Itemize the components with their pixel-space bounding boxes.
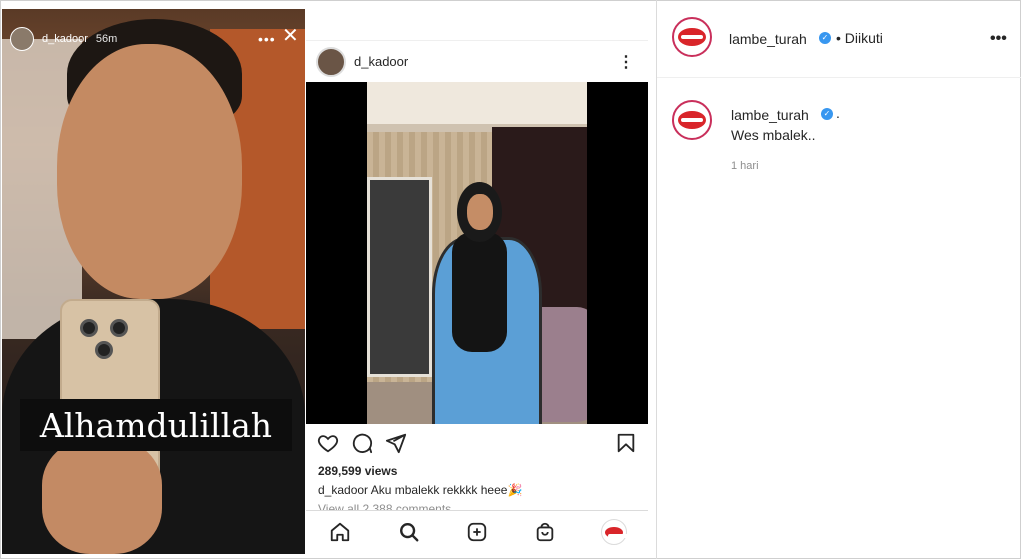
post-video[interactable] [306, 82, 648, 424]
camera-lens [80, 319, 98, 337]
heart-icon[interactable] [317, 432, 339, 454]
post-caption: d_kadoor Aku mbalekk rekkkk heee🎉 [318, 483, 522, 497]
avatar[interactable] [672, 100, 712, 140]
follow-status[interactable]: • Diikuti [836, 30, 883, 46]
lips-logo-icon [678, 111, 706, 129]
camera-lens [110, 319, 128, 337]
close-icon[interactable]: ✕ [282, 26, 299, 46]
lips-logo-icon [605, 526, 630, 538]
story-caption-box: Alhamdulillah [20, 399, 292, 451]
comment-username[interactable]: lambe_turah [731, 107, 809, 123]
post-card: d_kadoor ⋮ 289,599 views d_kadoor Aku mb… [306, 40, 648, 555]
more-dots-icon[interactable]: ••• [258, 31, 276, 47]
bookmark-icon[interactable] [615, 432, 637, 454]
shop-icon[interactable] [534, 521, 556, 543]
comment-icon[interactable] [351, 432, 373, 454]
bottom-navigation [306, 510, 648, 553]
profile-avatar[interactable] [601, 519, 630, 545]
video-person-scarf [452, 232, 507, 352]
post-header: d_kadoor [306, 40, 648, 82]
video-doorway [367, 177, 432, 377]
caption-text: Aku mbalekk rekkkk heee🎉 [370, 483, 523, 497]
story-person-hand [42, 439, 162, 554]
add-post-icon[interactable] [466, 521, 488, 543]
post-username[interactable]: d_kadoor [354, 54, 408, 69]
panel-divider [656, 0, 657, 559]
camera-lens [95, 341, 113, 359]
share-icon[interactable] [385, 432, 407, 454]
more-vertical-icon[interactable]: ⋮ [618, 52, 634, 72]
story-time: 56m [95, 33, 118, 45]
comment-dot: . [836, 105, 840, 121]
home-icon[interactable] [329, 521, 351, 543]
verified-badge-icon: ✓ [821, 108, 833, 120]
avatar[interactable] [672, 17, 712, 57]
views-count: 289,599 views [318, 464, 398, 478]
lips-logo-icon [678, 28, 706, 46]
verified-badge-icon: ✓ [819, 32, 831, 44]
post-actions [306, 424, 648, 460]
comment-text: Wes mbalek.. [731, 127, 816, 143]
comment-time[interactable]: 1 hari [731, 160, 759, 172]
story-viewer[interactable]: d_kadoor 56m ••• ✕ Alhamdulillah [2, 9, 305, 554]
caption-username[interactable]: d_kadoor [318, 483, 368, 497]
story-username[interactable]: d_kadoor [42, 33, 88, 45]
search-icon[interactable] [398, 521, 420, 543]
story-person-face [57, 44, 242, 299]
avatar[interactable] [10, 27, 34, 51]
more-dots-icon[interactable]: ••• [990, 30, 1007, 48]
story-caption: Alhamdulillah [39, 405, 273, 445]
video-person-face [467, 194, 493, 230]
owner-username[interactable]: lambe_turah [729, 31, 807, 47]
video-ceiling [367, 82, 587, 124]
video-scene [367, 82, 587, 424]
avatar[interactable] [316, 46, 346, 77]
story-header: d_kadoor 56m [10, 27, 117, 51]
